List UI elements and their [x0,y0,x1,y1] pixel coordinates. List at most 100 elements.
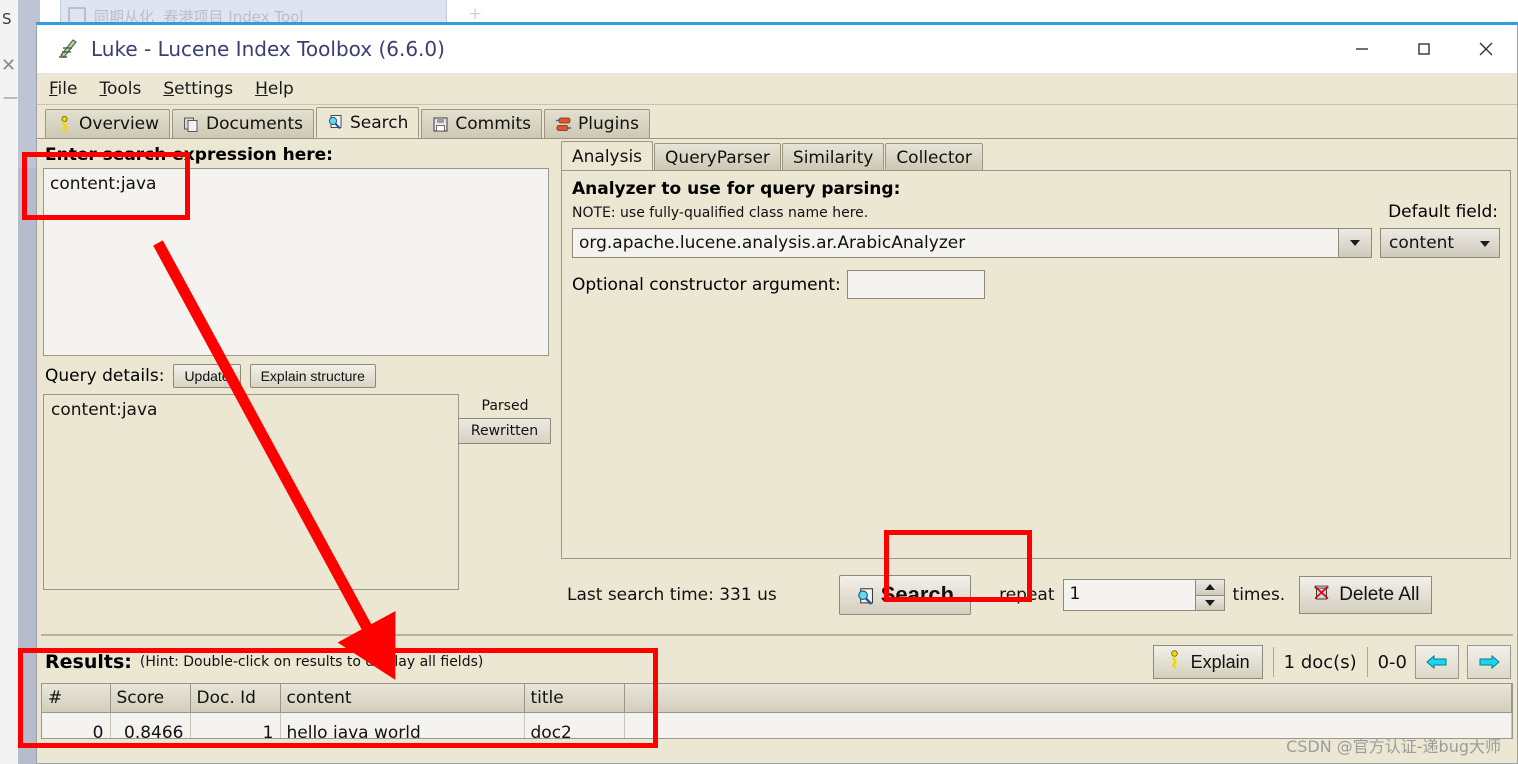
spinner-buttons [1195,580,1224,610]
analysis-panel: Analyzer to use for query parsing: NOTE:… [561,170,1511,559]
doc-range: 0-0 [1378,652,1407,673]
search-action-row: Last search time: 331 us Search repeat 1… [561,569,1511,621]
column-header-title[interactable]: title [524,684,624,713]
search-button[interactable]: Search [839,575,971,615]
tab-similarity[interactable]: Similarity [782,143,884,171]
query-detail-tab-rewritten[interactable]: Rewritten [459,418,551,444]
repeat-spinner[interactable]: 1 [1063,579,1225,611]
results-hint: (Hint: Double-click on results to displa… [140,654,483,670]
watermark: CSDN @官方认证-递bug大师 [1286,733,1501,757]
menu-tools[interactable]: Tools [99,79,141,99]
tab-plugins-label: Plugins [578,114,639,134]
query-detail-output: content:java [43,394,459,590]
results-label: Results: [45,651,132,673]
close-icon[interactable]: ✕ [1,55,16,76]
menu-settings-label: ettings [174,79,233,99]
query-detail-tabs: Parsed Rewritten [459,394,551,444]
menu-file[interactable]: File [49,79,77,99]
background-rail-letter: S [2,10,12,28]
results-divider [41,634,1513,636]
duke-icon [56,116,73,133]
duke-icon [1166,650,1183,674]
trash-icon [1312,583,1331,608]
query-details-row: Query details: Update Explain structure [43,364,555,388]
minimize-button[interactable] [1331,25,1393,73]
cell-docid: 1 [190,713,280,740]
table-header-row: # Score Doc. Id content title [42,684,1512,713]
search-button-label: Search [881,582,954,608]
tab-commits[interactable]: Commits [421,109,542,138]
prev-page-button[interactable] [1415,645,1459,679]
cell-score: 0.8466 [110,713,190,740]
explain-button-label: Explain [1191,652,1250,673]
default-field-label: Default field: [1388,202,1498,222]
analyzer-note: NOTE: use fully-qualified class name her… [572,205,1500,221]
column-header-docid[interactable]: Doc. Id [190,684,280,713]
tab-documents-label: Documents [206,114,303,134]
window-controls [1331,25,1517,73]
results-controls: Explain 1 doc(s) 0-0 [1153,645,1517,679]
spinner-up-icon[interactable] [1196,580,1224,595]
delete-all-label: Delete All [1339,584,1419,606]
spinner-down-icon[interactable] [1196,595,1224,611]
delete-all-button[interactable]: Delete All [1299,576,1432,614]
default-field-value: content [1389,233,1454,253]
explain-structure-button[interactable]: Explain structure [250,364,376,388]
results-table-wrap[interactable]: # Score Doc. Id content title 0 0.8466 1… [41,683,1513,739]
update-button[interactable]: Update [173,364,240,388]
repeat-value[interactable]: 1 [1064,580,1195,610]
minimize-icon[interactable]: — [3,88,18,106]
divider [1273,647,1274,677]
window-titlebar: Luke - Lucene Index Toolbox (6.6.0) [37,25,1517,74]
chevron-down-icon[interactable] [1338,229,1371,257]
column-header-filler [624,684,1512,713]
tab-plugins[interactable]: Plugins [544,109,650,138]
menu-tools-label: ools [107,79,141,99]
background-left-rail [0,0,19,764]
menu-help-label: elp [268,79,294,99]
doc-count: 1 doc(s) [1284,652,1357,673]
tab-analysis[interactable]: Analysis [561,141,653,171]
times-label: times. [1233,585,1286,605]
tab-search[interactable]: Search [316,107,419,138]
chevron-down-icon[interactable] [1479,233,1491,253]
optional-ctor-label: Optional constructor argument: [572,275,841,295]
tab-overview-label: Overview [79,114,159,134]
query-detail-tab-parsed[interactable]: Parsed [459,394,551,418]
column-header-content[interactable]: content [280,684,524,713]
tab-documents[interactable]: Documents [172,109,314,138]
menu-settings[interactable]: Settings [163,79,233,99]
cell-title: doc2 [524,713,624,740]
optional-ctor-input[interactable] [847,270,985,299]
menu-file-label: ile [58,79,78,99]
default-field-combobox[interactable]: content [1380,228,1500,258]
plugins-icon [555,116,572,133]
menu-help[interactable]: Help [255,79,294,99]
next-page-button[interactable] [1467,645,1511,679]
results-table: # Score Doc. Id content title 0 0.8466 1… [42,684,1512,739]
search-expression-input[interactable]: content:java [43,168,549,356]
luke-app-icon [55,36,81,62]
analyzer-combobox[interactable]: org.apache.lucene.analysis.ar.ArabicAnal… [572,228,1372,258]
maximize-button[interactable] [1393,25,1455,73]
query-detail-wrap: content:java Parsed Rewritten [43,394,549,590]
close-button[interactable] [1455,25,1517,73]
cell-num: 0 [42,713,110,740]
tab-overview[interactable]: Overview [45,109,170,138]
new-tab-icon[interactable]: + [468,4,482,24]
analyzer-row: org.apache.lucene.analysis.ar.ArabicAnal… [572,228,1500,258]
cell-content: hello java world [280,713,524,740]
tab-collector[interactable]: Collector [885,143,983,171]
column-header-num[interactable]: # [42,684,110,713]
explain-button[interactable]: Explain [1153,645,1263,679]
analyzer-value: org.apache.lucene.analysis.ar.ArabicAnal… [579,233,965,253]
query-details-label: Query details: [45,366,164,386]
analysis-tabstrip: Analysis QueryParser Similarity Collecto… [561,141,1511,171]
tab-search-label: Search [350,113,408,133]
optional-ctor-row: Optional constructor argument: [572,270,1500,299]
search-tab-content: Enter search expression here: content:ja… [37,139,1517,763]
divider [1367,647,1368,677]
column-header-score[interactable]: Score [110,684,190,713]
tab-queryparser[interactable]: QueryParser [654,143,781,171]
last-search-time: Last search time: 331 us [567,585,777,605]
